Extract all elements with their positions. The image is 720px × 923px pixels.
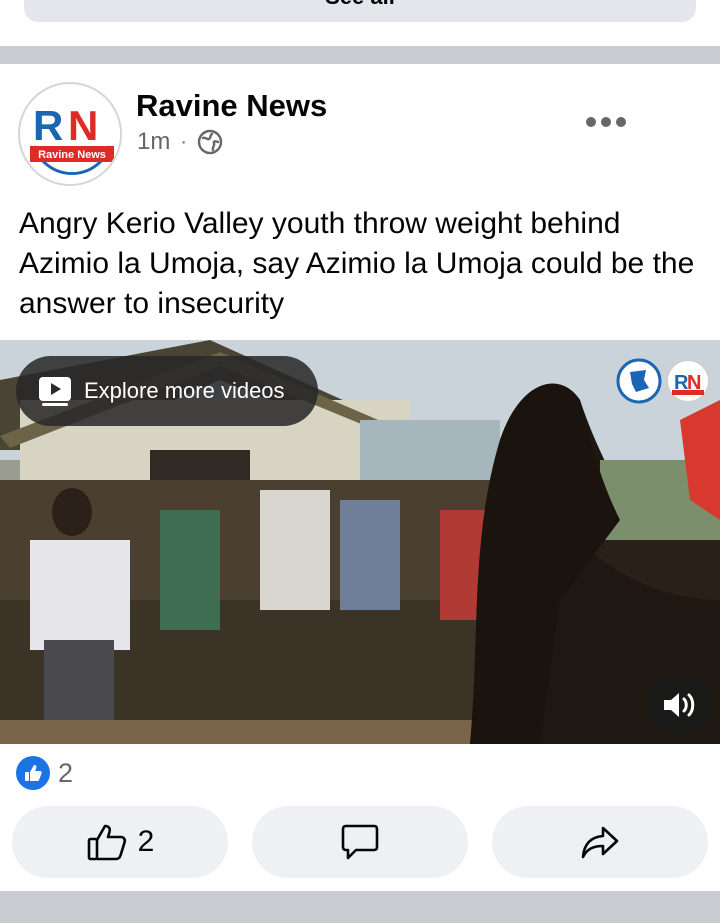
- video-watermark-logo: R N: [616, 358, 710, 404]
- explore-more-videos-button[interactable]: Explore more videos: [16, 356, 318, 426]
- feed-post: R N Ravine News Ravine News 1m · Angry K…: [0, 64, 720, 891]
- reaction-summary[interactable]: 2: [16, 756, 73, 790]
- post-meta: 1m ·: [137, 128, 223, 156]
- page-avatar[interactable]: R N Ravine News: [18, 82, 122, 186]
- feed-divider: [0, 46, 720, 64]
- post-text: Angry Kerio Valley youth throw weight be…: [19, 207, 695, 320]
- video-play-icon: [39, 377, 71, 406]
- reaction-count: 2: [58, 757, 74, 788]
- svg-text:N: N: [68, 102, 98, 149]
- like-badge-icon: [16, 756, 50, 790]
- like-button[interactable]: 2: [12, 806, 228, 878]
- sound-toggle-button[interactable]: [648, 674, 712, 736]
- like-count: 2: [137, 825, 155, 858]
- more-options-button[interactable]: [583, 110, 629, 134]
- thumbs-up-icon: [25, 765, 42, 781]
- post-time[interactable]: 1m: [137, 128, 170, 156]
- thumbs-up-icon: [87, 824, 126, 861]
- see-all-label: See all: [325, 0, 395, 8]
- globe-icon: [197, 129, 223, 155]
- more-dot: [601, 117, 611, 127]
- comment-button[interactable]: [252, 806, 468, 878]
- post-author[interactable]: Ravine News: [136, 88, 327, 124]
- more-dot: [616, 117, 626, 127]
- ravine-news-logo: R N Ravine News: [22, 86, 120, 184]
- post-video[interactable]: Explore more videos R N: [0, 340, 720, 744]
- meta-separator: ·: [180, 130, 188, 153]
- volume-icon: [664, 693, 695, 717]
- explore-label: Explore more videos: [84, 378, 285, 403]
- share-icon: [581, 826, 619, 859]
- more-dot: [586, 117, 596, 127]
- svg-text:R: R: [33, 102, 63, 149]
- feed-divider-bottom: [0, 891, 720, 923]
- see-all-button[interactable]: See all: [24, 0, 696, 22]
- previous-card-bottom: See all: [0, 0, 720, 46]
- svg-text:Ravine News: Ravine News: [38, 149, 106, 161]
- post-actions: 2: [0, 806, 720, 878]
- comment-icon: [341, 824, 379, 860]
- share-button[interactable]: [492, 806, 708, 878]
